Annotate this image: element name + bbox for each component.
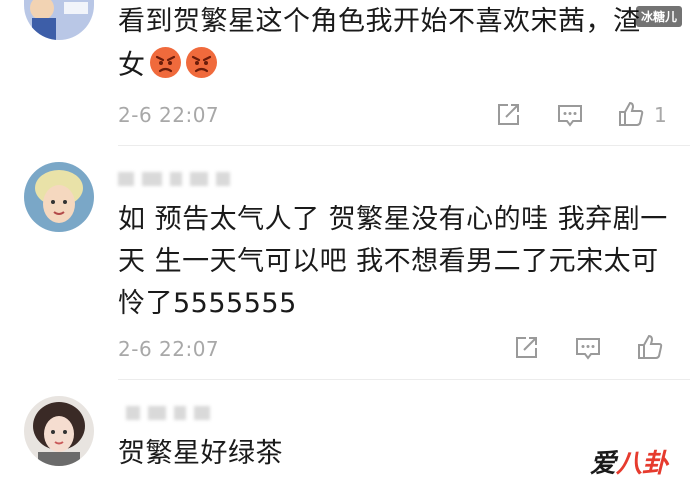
comment-1-reply-icon[interactable]	[556, 101, 584, 129]
comment-divider	[118, 379, 690, 380]
comment-3-text: 贺繁星好绿茶	[118, 438, 283, 469]
angry-face-icon	[149, 46, 182, 79]
comment-2-timestamp: 2-6 22:07	[118, 337, 220, 361]
comment-2-like-icon[interactable]	[636, 333, 664, 361]
watermark-logo-part1: 爱	[589, 449, 616, 479]
comment-1-like-icon[interactable]	[617, 100, 645, 128]
angry-face-icon	[185, 46, 218, 79]
watermark-logo: 爱八卦	[590, 443, 668, 480]
comment-1-timestamp: 2-6 22:07	[118, 103, 220, 127]
comment-2-text-line-1: 如 预告太气人了 贺繁星没有心的哇 我弃剧一	[118, 204, 668, 235]
comment-1-share-icon[interactable]	[494, 101, 522, 129]
comment-1-text-line-2: 女	[118, 46, 218, 86]
comment-2-username-blurred	[118, 168, 230, 190]
comment-1-text-line-1: 看到贺繁星这个角色我开始不喜欢宋茜，渣	[118, 6, 641, 37]
comment-3-username-blurred	[126, 402, 210, 424]
comment-2-text-line-3: 怜了5555555	[118, 288, 297, 319]
watermark-logo-part2: 八卦	[615, 449, 668, 479]
comment-2-share-icon[interactable]	[512, 334, 540, 362]
comment-1-text-line-2-text: 女	[118, 50, 146, 81]
watermark-top: 冰糖儿	[635, 6, 682, 27]
comment-2-reply-icon[interactable]	[574, 334, 602, 362]
comment-2-avatar[interactable]	[24, 162, 94, 232]
comment-2-text-line-2: 天 生一天气可以吧 我不想看男二了元宋太可	[118, 246, 659, 277]
comment-3-avatar[interactable]	[24, 396, 94, 466]
comment-divider	[118, 145, 690, 146]
comment-1-avatar[interactable]	[24, 0, 94, 40]
comment-1-like-count: 1	[654, 103, 667, 127]
